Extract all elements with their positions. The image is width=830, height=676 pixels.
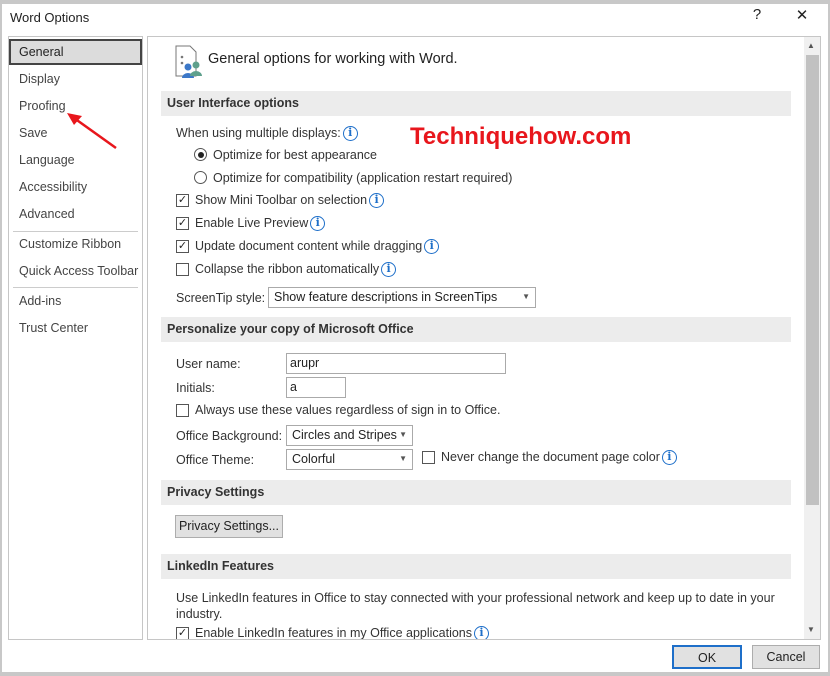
checkbox-live-preview[interactable]: ✓	[176, 217, 189, 230]
radio-compatibility[interactable]	[194, 171, 207, 184]
office-theme-label: Office Theme:	[176, 453, 255, 467]
vertical-scrollbar[interactable]: ▲ ▼	[804, 37, 820, 639]
info-icon[interactable]: i	[342, 126, 358, 142]
privacy-settings-button[interactable]: Privacy Settings...	[175, 515, 283, 538]
initials-input[interactable]: a	[286, 377, 346, 398]
sidebar-item-add-ins[interactable]: Add-ins	[9, 288, 142, 314]
scroll-up-icon[interactable]: ▲	[807, 41, 815, 50]
screentip-label: ScreenTip style:	[176, 291, 266, 305]
sidebar-item-quick-access-toolbar[interactable]: Quick Access Toolbar	[9, 258, 142, 284]
scroll-down-icon[interactable]: ▼	[807, 625, 815, 634]
info-icon[interactable]: i	[424, 239, 440, 255]
update-dragging-label: Update document content while dragging i	[195, 239, 440, 255]
info-icon[interactable]: i	[369, 193, 385, 209]
section-user-interface: User Interface options	[161, 91, 791, 116]
radio-best-appearance[interactable]	[194, 148, 207, 161]
page-title: General options for working with Word.	[208, 51, 458, 67]
user-name-input[interactable]: arupr	[286, 353, 506, 374]
section-personalize: Personalize your copy of Microsoft Offic…	[161, 317, 791, 342]
radio-compatibility-label: Optimize for compatibility (application …	[213, 171, 513, 185]
sidebar-item-customize-ribbon[interactable]: Customize Ribbon	[9, 231, 142, 257]
linkedin-description: Use LinkedIn features in Office to stay …	[176, 591, 775, 605]
user-name-label: User name:	[176, 357, 241, 371]
never-change-color-label: Never change the document page color i	[441, 450, 677, 466]
label-text: Enable Live Preview	[195, 216, 309, 230]
watermark-text: Techniquehow.com	[410, 123, 632, 150]
info-icon[interactable]: i	[661, 450, 677, 466]
label-text: Enable LinkedIn features in my Office ap…	[195, 626, 473, 640]
initials-label: Initials:	[176, 381, 215, 395]
sidebar-item-accessibility[interactable]: Accessibility	[9, 174, 142, 200]
label-text: When using multiple displays:	[176, 126, 341, 140]
scrollbar-thumb[interactable]	[806, 55, 819, 505]
live-preview-label: Enable Live Preview i	[195, 216, 326, 232]
checkbox-update-dragging[interactable]: ✓	[176, 240, 189, 253]
red-arrow-annotation	[67, 113, 117, 150]
label-text: Never change the document page color	[441, 450, 660, 464]
radio-best-appearance-label: Optimize for best appearance	[213, 148, 377, 162]
info-icon[interactable]: i	[474, 626, 490, 639]
mini-toolbar-label: Show Mini Toolbar on selection i	[195, 193, 385, 209]
sidebar-item-trust-center[interactable]: Trust Center	[9, 315, 142, 341]
window-title: Word Options	[10, 10, 90, 25]
section-linkedin: LinkedIn Features	[161, 554, 791, 579]
section-privacy: Privacy Settings	[161, 480, 791, 505]
sidebar-item-general[interactable]: General	[9, 39, 142, 65]
multiple-displays-label: When using multiple displays: i	[176, 126, 358, 142]
office-theme-select[interactable]: Colorful	[286, 449, 413, 470]
label-text: Update document content while dragging	[195, 239, 423, 253]
label-text: Show Mini Toolbar on selection	[195, 193, 368, 207]
general-options-icon	[175, 45, 202, 78]
checkbox-linkedin[interactable]: ✓	[176, 627, 189, 639]
linkedin-description-cont: industry.	[176, 607, 223, 621]
always-use-label: Always use these values regardless of si…	[195, 403, 501, 417]
collapse-ribbon-label: Collapse the ribbon automatically i	[195, 262, 397, 278]
help-button[interactable]: ?	[742, 6, 772, 23]
close-button[interactable]: ✕	[787, 6, 817, 24]
screentip-select[interactable]: Show feature descriptions in ScreenTips	[268, 287, 536, 308]
checkbox-collapse-ribbon[interactable]	[176, 263, 189, 276]
sidebar-item-advanced[interactable]: Advanced	[9, 201, 142, 227]
checkbox-mini-toolbar[interactable]: ✓	[176, 194, 189, 207]
linkedin-enable-label: Enable LinkedIn features in my Office ap…	[195, 626, 490, 640]
checkbox-always-use[interactable]	[176, 404, 189, 417]
cancel-button[interactable]: Cancel	[752, 645, 820, 669]
word-options-dialog: Word Options ? ✕ General Display Proofin…	[2, 4, 828, 672]
info-icon[interactable]: i	[381, 262, 397, 278]
office-background-select[interactable]: Circles and Stripes	[286, 425, 413, 446]
ok-button[interactable]: OK	[672, 645, 742, 669]
office-background-label: Office Background:	[176, 429, 283, 443]
checkbox-never-change-color[interactable]	[422, 451, 435, 464]
sidebar-item-display[interactable]: Display	[9, 66, 142, 92]
info-icon[interactable]: i	[310, 216, 326, 232]
label-text: Collapse the ribbon automatically	[195, 262, 380, 276]
